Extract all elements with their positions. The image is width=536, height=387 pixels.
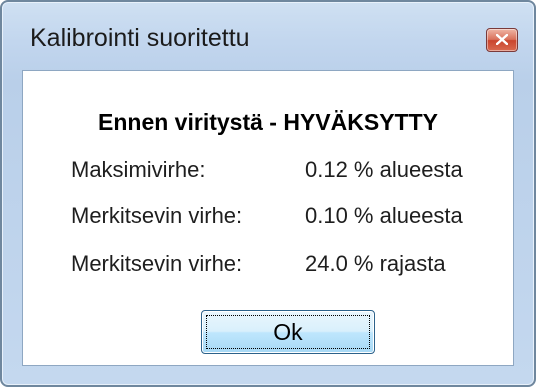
result-label: Merkitsevin virhe: (71, 203, 243, 228)
result-label: Maksimivirhe: (71, 157, 206, 182)
result-label: Merkitsevin virhe: (71, 251, 243, 276)
result-row-significant-error-range: Merkitsevin virhe: 0.10 % alueesta (71, 203, 463, 229)
title-bar[interactable]: Kalibrointi suoritettu (2, 2, 534, 64)
result-row-significant-error-limit: Merkitsevin virhe: 24.0 % rajasta (71, 251, 446, 277)
window-title: Kalibrointi suoritettu (30, 24, 250, 52)
dialog-content: Ennen viritystä - HYVÄKSYTTY Maksimivirh… (22, 70, 514, 366)
result-value: 0.10 % alueesta (305, 203, 463, 228)
result-value: 24.0 % rajasta (305, 251, 446, 276)
ok-button-label: Ok (273, 319, 303, 345)
close-button[interactable] (486, 28, 518, 52)
result-row-max-error: Maksimivirhe: 0.12 % alueesta (71, 157, 463, 183)
dialog-window: Kalibrointi suoritettu Ennen viritystä -… (0, 0, 536, 387)
result-heading: Ennen viritystä - HYVÄKSYTTY (98, 109, 438, 135)
ok-button[interactable]: Ok (201, 310, 375, 354)
close-icon (496, 34, 508, 45)
result-value: 0.12 % alueesta (305, 157, 463, 182)
